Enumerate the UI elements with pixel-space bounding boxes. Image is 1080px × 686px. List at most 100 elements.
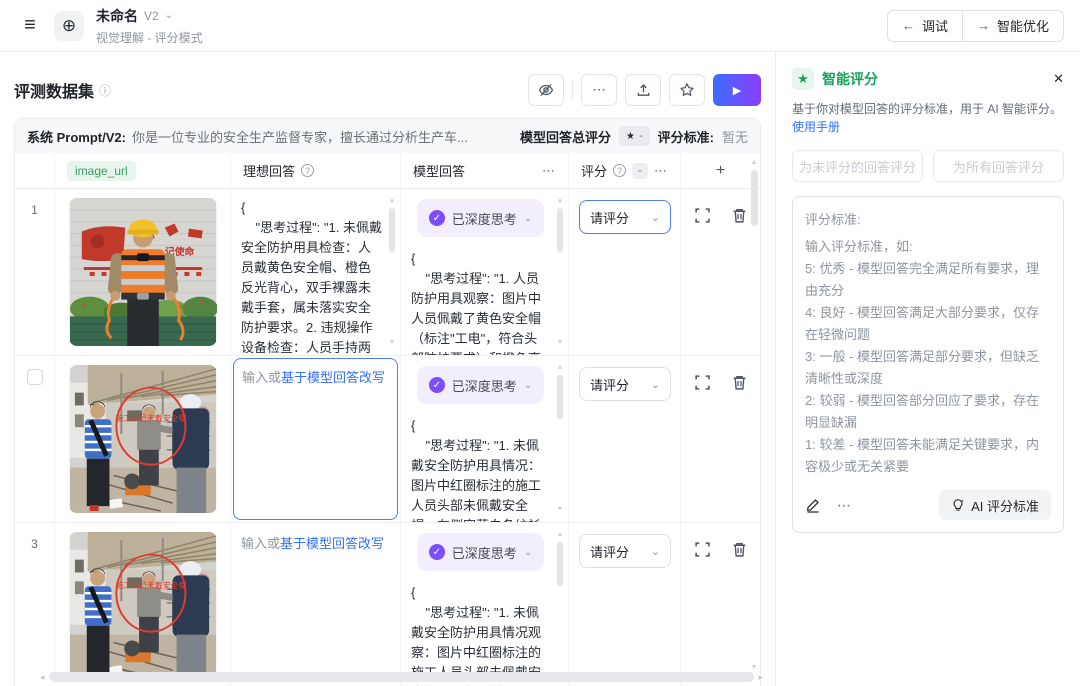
rewrite-from-model-link[interactable]: 基于模型回答改写	[281, 370, 385, 385]
delete-icon[interactable]	[731, 207, 748, 224]
total-score-value: -	[639, 130, 643, 142]
upload-button[interactable]	[625, 74, 661, 106]
delete-icon[interactable]	[731, 374, 748, 391]
score-column-more-icon[interactable]: ⋯	[654, 163, 668, 179]
hide-columns-button[interactable]	[528, 74, 564, 106]
scroll-thumb[interactable]	[389, 208, 395, 252]
expand-icon[interactable]	[694, 541, 711, 558]
score-badge: -	[632, 163, 648, 179]
manual-link[interactable]: 使用手册	[792, 120, 840, 134]
model-answer-cell[interactable]: ✓ 已深度思考 ⌄ { "思考过程": "1. 人员防护用具观察：图片中人员佩戴…	[401, 189, 569, 355]
score-all-button[interactable]: 为所有回答评分	[933, 150, 1064, 182]
cell-scrollbar[interactable]: ▲ ▼	[555, 531, 565, 681]
ai-criteria-button[interactable]: AI 评分标准	[939, 490, 1051, 520]
ideal-answer-cell[interactable]: 输入或基于模型回答改写	[231, 356, 401, 522]
table-horizontal-scrollbar[interactable]: ◂ ▸	[40, 671, 763, 683]
add-column-button[interactable]: +	[716, 162, 725, 180]
eye-off-icon	[538, 82, 554, 98]
row-image-worker[interactable]: 初心 记使命	[69, 198, 217, 346]
chevron-down-icon[interactable]: ⌄	[165, 10, 173, 21]
ideal-answer-editor[interactable]: 输入或基于模型回答改写	[233, 358, 398, 520]
score-select[interactable]: 请评分 ⌄	[579, 367, 671, 401]
smart-scoring-panel: ★ 智能评分 ✕ 基于你对模型回答的评分标准，用于 AI 智能评分。使用手册 为…	[775, 52, 1080, 686]
help-icon[interactable]: ?	[301, 164, 314, 177]
deep-think-label: 已深度思考	[452, 543, 517, 562]
ideal-answer-cell[interactable]: 输入或基于模型回答改写	[231, 523, 401, 686]
total-score-badge[interactable]: ★ -	[619, 126, 650, 146]
score-select-value: 请评分	[590, 375, 629, 394]
score-unrated-button[interactable]: 为未评分的回答评分	[792, 150, 923, 182]
model-column-more-icon[interactable]: ⋯	[542, 163, 556, 179]
ai-criteria-label: AI 评分标准	[971, 496, 1039, 515]
add-node-icon[interactable]: ⊕	[54, 11, 84, 41]
info-icon[interactable]: ⓘ	[99, 82, 111, 99]
scroll-up-icon: ▲	[557, 364, 564, 372]
scroll-thumb[interactable]	[557, 542, 563, 586]
placeholder-prefix: 输入或	[242, 370, 281, 385]
delete-icon[interactable]	[731, 541, 748, 558]
smart-optimize-button[interactable]: → 智能优化	[962, 10, 1064, 42]
cell-scrollbar[interactable]: ▲ ▼	[387, 197, 397, 347]
deep-think-badge[interactable]: ✓ 已深度思考 ⌄	[417, 199, 544, 237]
scroll-down-icon: ▼	[557, 339, 564, 347]
table-vertical-scrollbar[interactable]: ▲ ▼	[749, 159, 759, 672]
system-prompt-bar[interactable]: 系统 Prompt/V2: 你是一位专业的安全生产监督专家，擅长通过分析生产车.…	[15, 119, 760, 153]
model-answer-cell[interactable]: ✓ 已深度思考 ⌄ { "思考过程": "1. 未佩戴安全防护用具情况：图片中红…	[401, 356, 569, 522]
chevron-down-icon: ⌄	[651, 211, 660, 224]
rewrite-from-model-link[interactable]: 基于模型回答改写	[280, 536, 384, 551]
main-panel: 评测数据集 ⓘ ⋯	[0, 52, 775, 686]
criteria-input-label: 评分标准:	[805, 209, 1051, 228]
close-icon[interactable]: ✕	[1053, 71, 1064, 87]
expand-icon[interactable]	[694, 374, 711, 391]
ideal-answer-cell[interactable]: { "思考过程": "1. 未佩戴安全防护用具检查：人员戴黄色安全帽、橙色反光背…	[231, 189, 401, 355]
page-title: 评测数据集	[14, 78, 94, 102]
debug-button[interactable]: ← 调试	[887, 10, 962, 42]
check-icon: ✓	[429, 544, 445, 560]
help-icon[interactable]: ?	[613, 164, 626, 177]
total-score-label: 模型回答总评分	[520, 127, 611, 146]
more-actions-button[interactable]: ⋯	[581, 74, 617, 106]
column-image-url[interactable]: image_url	[67, 161, 136, 181]
criteria-input-box[interactable]: 评分标准: 输入评分标准，如: 5: 优秀 - 模型回答完全满足所有要求，理由充…	[792, 196, 1064, 533]
upload-icon	[636, 83, 651, 98]
row-image-site[interactable]	[69, 532, 217, 680]
score-select[interactable]: 请评分 ⌄	[579, 534, 671, 568]
scroll-up-icon: ▲	[557, 531, 564, 539]
version-label[interactable]: V2	[144, 9, 159, 23]
run-button[interactable]: ▶	[713, 74, 761, 106]
doc-title-block: 未命名 V2 ⌄ 视觉理解 - 评分模式	[96, 6, 203, 46]
favorite-button[interactable]	[669, 74, 705, 106]
scroll-thumb[interactable]	[49, 672, 755, 682]
menu-icon[interactable]: ≡	[16, 12, 44, 40]
toolbar-divider	[572, 80, 573, 100]
more-icon: ⋯	[592, 82, 605, 97]
deep-think-badge[interactable]: ✓ 已深度思考 ⌄	[417, 366, 544, 404]
row-image-site[interactable]	[69, 365, 217, 513]
expand-icon[interactable]	[694, 207, 711, 224]
header-index	[15, 153, 55, 188]
scroll-thumb[interactable]	[557, 208, 563, 252]
deep-think-badge[interactable]: ✓ 已深度思考 ⌄	[417, 533, 544, 571]
deep-think-label: 已深度思考	[452, 376, 517, 395]
table-header: image_url 理想回答 ? 模型回答 ⋯ 评分 ? - ⋯ +	[15, 153, 760, 189]
model-answer-cell[interactable]: ✓ 已深度思考 ⌄ { "思考过程": "1. 未佩戴安全防护用具情况观察：图片…	[401, 523, 569, 686]
scroll-thumb[interactable]	[557, 375, 563, 419]
criteria-placeholder: 输入评分标准，如: 5: 优秀 - 模型回答完全满足所有要求，理由充分 4: 良…	[805, 236, 1051, 478]
check-icon: ✓	[429, 210, 445, 226]
edit-icon[interactable]	[805, 497, 821, 513]
row-checkbox[interactable]	[27, 369, 43, 385]
doc-subtitle: 视觉理解 - 评分模式	[96, 29, 203, 46]
table-row: 输入或基于模型回答改写 ✓ 已深度思考 ⌄ { "思考过程": "1. 未佩戴安…	[15, 356, 760, 523]
cell-scrollbar[interactable]: ▲ ▼	[555, 197, 565, 347]
cell-scrollbar[interactable]: ▲ ▼	[555, 364, 565, 514]
score-select[interactable]: 请评分 ⌄	[579, 200, 671, 234]
table-row: 1 初心 记使命	[15, 189, 760, 356]
score-select-value: 请评分	[590, 208, 629, 227]
panel-title: 智能评分	[822, 69, 878, 89]
model-answer-text: { "思考过程": "1. 未佩戴安全防护用具情况：图片中红圈标注的施工人员头部…	[411, 416, 550, 522]
ideal-answer-text: { "思考过程": "1. 未佩戴安全防护用具检查：人员戴黄色安全帽、橙色反光背…	[241, 198, 382, 355]
scroll-thumb[interactable]	[751, 170, 758, 226]
arrow-left-icon: ←	[902, 18, 915, 33]
criteria-more-icon[interactable]: ⋯	[837, 497, 852, 514]
panel-description: 基于你对模型回答的评分标准，用于 AI 智能评分。	[792, 102, 1062, 116]
